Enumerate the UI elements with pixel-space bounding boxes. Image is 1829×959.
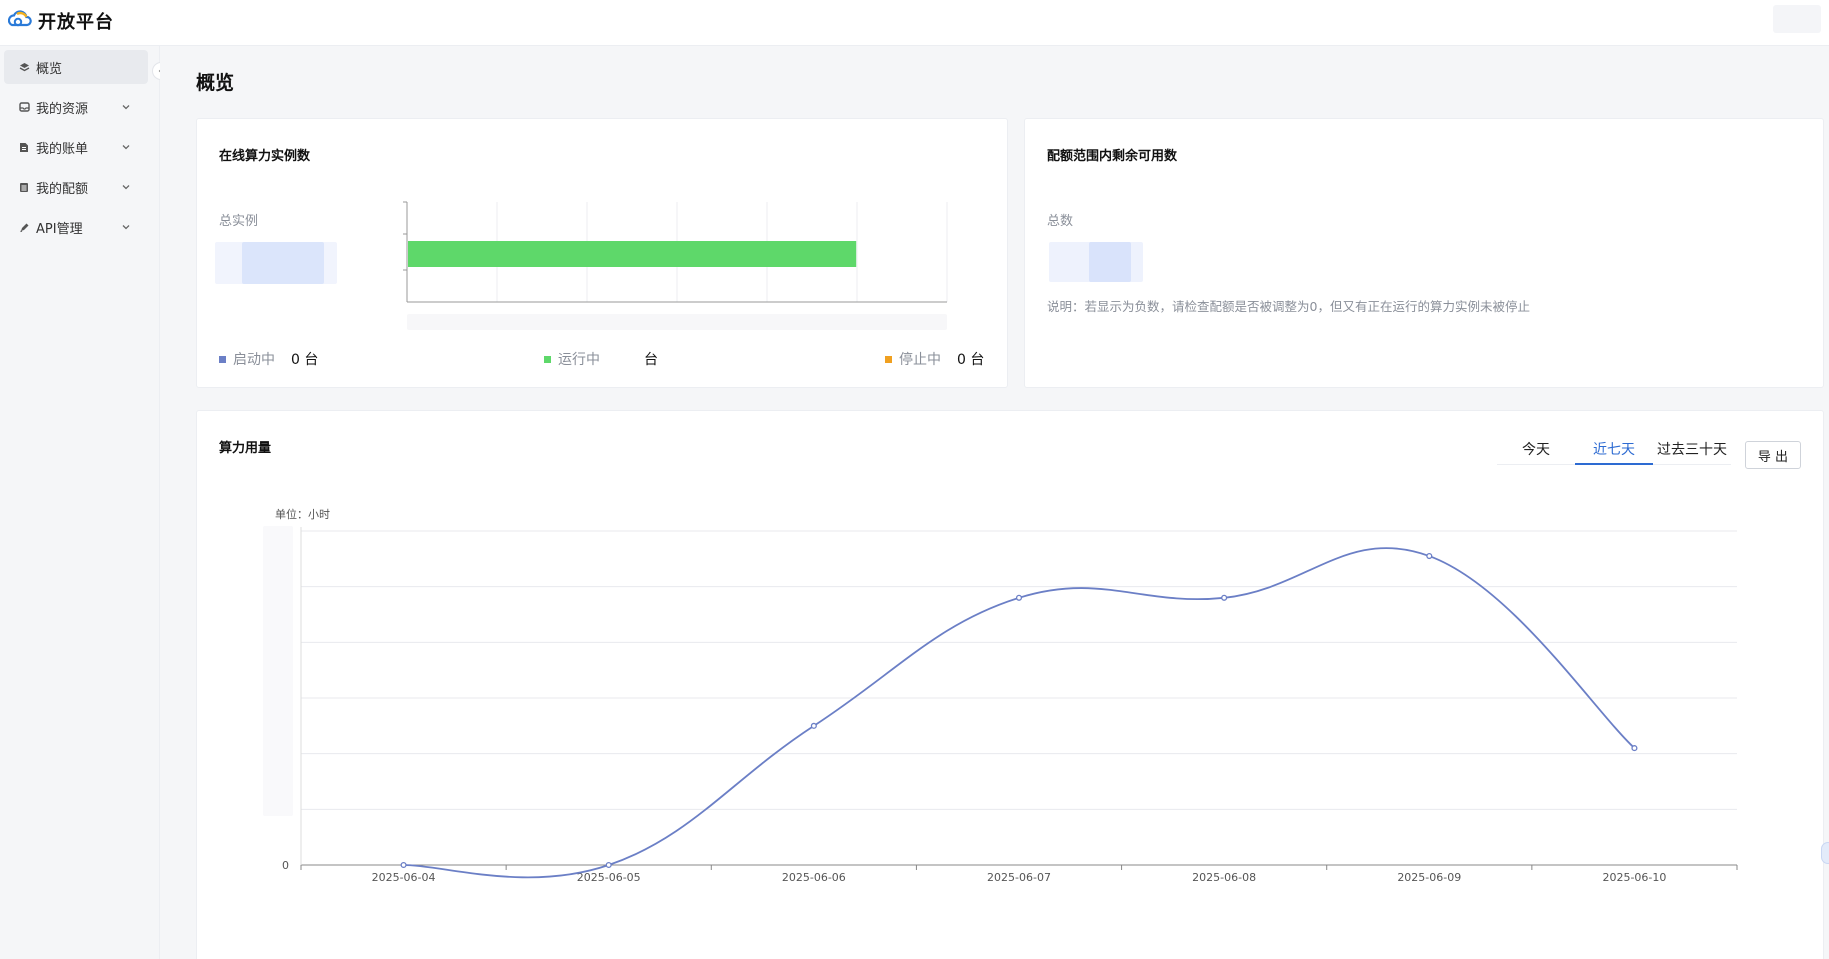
sidebar-item-api[interactable]: API管理	[4, 210, 148, 244]
bar-axis-labels-masked	[407, 314, 947, 330]
chevron-down-icon	[122, 105, 130, 110]
sidebar-item-overview[interactable]: 概览	[4, 50, 148, 84]
sidebar-item-label: 概览	[36, 61, 63, 77]
page-title: 概览	[196, 72, 235, 94]
total-instances-value-mask	[242, 242, 324, 284]
compute-usage-line-chart: 0 2025-06-04 2025-06-05 2025-06-06 2025-06-0…	[282, 527, 1738, 884]
sidebar-item-resources[interactable]: 我的资源	[4, 90, 148, 124]
quota-total-value-mask	[1089, 242, 1131, 282]
x-tick-label: 2025-06-06	[782, 871, 846, 884]
x-tick-label: 2025-06-04	[372, 871, 436, 884]
usage-data-point	[810, 722, 817, 729]
compute-usage-card: 算力用量 今天 近七天 过去三十天 导 出 单位：小时 0 2025-06-04 2…	[196, 410, 1824, 959]
usage-data-point	[1631, 745, 1638, 752]
top-bar: 开放平台	[0, 0, 1829, 46]
legend-starting: 启动中 0 台	[219, 349, 318, 369]
list-icon	[18, 181, 30, 193]
brand[interactable]: 开放平台	[7, 8, 114, 34]
sidebar-item-billing[interactable]: 我的账单	[4, 130, 148, 164]
legend-stopped: 停止中 0 台	[885, 349, 984, 369]
quota-note: 说明：若显示为负数，请检查配额是否被调整为0，但又有正在运行的算力实例未被停止	[1047, 299, 1530, 314]
legend-dot	[885, 355, 892, 363]
main-content: 概览 在线算力实例数 总实例 启动中 0 台 运行中 台 停止中 0 台 配额范…	[160, 46, 1829, 959]
chevron-down-icon	[122, 225, 130, 230]
instance-bar-chart	[403, 201, 948, 303]
quota-remaining-card: 配额范围内剩余可用数 总数 说明：若显示为负数，请检查配额是否被调整为0，但又有…	[1024, 118, 1824, 388]
legend-dot	[219, 355, 226, 363]
sidebar-item-label: API管理	[36, 221, 83, 237]
y-tick-label: 0	[282, 859, 289, 872]
legend-running: 运行中 台	[544, 349, 658, 369]
x-tick-label: 2025-06-08	[1192, 871, 1256, 884]
usage-data-point	[1221, 594, 1228, 601]
sidebar: 概览 我的资源 我的账单 我的配额 API管理	[0, 46, 160, 959]
document-icon	[18, 141, 30, 153]
card-title: 配额范围内剩余可用数	[1047, 149, 1178, 164]
usage-data-point	[605, 861, 612, 869]
quota-total-label: 总数	[1047, 214, 1074, 229]
usage-data-point	[400, 861, 407, 869]
inbox-icon	[18, 101, 30, 113]
user-menu[interactable]	[1773, 5, 1821, 33]
total-instances-label: 总实例	[219, 214, 259, 229]
layers-icon	[18, 61, 30, 73]
legend-dot	[544, 355, 551, 363]
pen-icon	[18, 221, 30, 233]
x-tick-label: 2025-06-07	[987, 871, 1051, 884]
bar-running	[408, 241, 857, 267]
card-title: 在线算力实例数	[219, 149, 311, 164]
cloud-logo-icon	[7, 8, 32, 34]
app-title: 开放平台	[38, 12, 114, 33]
floating-help-handle[interactable]	[1821, 842, 1829, 864]
x-tick-label: 2025-06-10	[1602, 871, 1666, 884]
x-tick-label: 2025-06-09	[1397, 871, 1461, 884]
sidebar-item-label: 我的配额	[36, 181, 89, 197]
online-instances-card: 在线算力实例数 总实例 启动中 0 台 运行中 台 停止中 0 台	[196, 118, 1008, 388]
sidebar-item-label: 我的账单	[36, 141, 89, 157]
x-tick-label: 2025-06-05	[577, 871, 641, 884]
sidebar-item-quota[interactable]: 我的配额	[4, 170, 148, 204]
chevron-down-icon	[122, 145, 130, 150]
usage-data-point	[1426, 553, 1433, 560]
sidebar-item-label: 我的资源	[36, 101, 89, 117]
usage-data-point	[1015, 594, 1023, 601]
chevron-down-icon	[122, 185, 130, 190]
